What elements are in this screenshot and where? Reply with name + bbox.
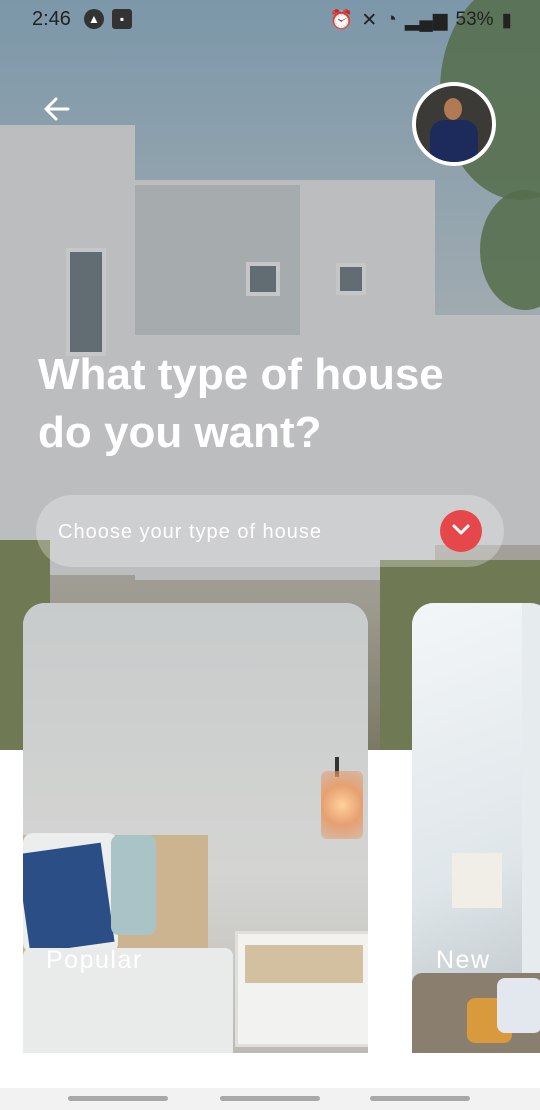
voicemail-icon: ▪ — [112, 9, 132, 29]
category-label: New — [436, 946, 491, 974]
profile-avatar[interactable] — [412, 82, 496, 166]
wifi-icon: ◔ — [385, 9, 397, 30]
back-button[interactable] — [40, 92, 76, 128]
status-bar: 2:46 ▲ ▪ ⏰ ✕ ◔ ▂▄▆ 53% ▮ — [0, 0, 540, 38]
expo-icon: ▲ — [84, 9, 104, 29]
nav-back-button[interactable] — [370, 1096, 470, 1101]
battery-icon: ▮ — [501, 9, 512, 31]
status-time: 2:46 — [32, 8, 71, 30]
house-type-dropdown[interactable]: Choose your type of house — [36, 495, 504, 567]
category-card-popular[interactable]: Popular — [23, 603, 368, 1053]
nav-home-button[interactable] — [220, 1096, 320, 1101]
arrow-left-icon — [44, 97, 70, 121]
dropdown-placeholder: Choose your type of house — [58, 521, 323, 543]
battery-level: 53% — [455, 9, 494, 30]
lamp-image — [321, 771, 363, 839]
nav-recent-button[interactable] — [68, 1096, 168, 1101]
mute-icon: ✕ — [361, 9, 378, 31]
system-nav-bar — [0, 1088, 540, 1110]
category-card-new[interactable]: New — [412, 603, 540, 1053]
page-title: What type of house do you want? — [38, 350, 444, 457]
signal-icon: ▂▄▆ — [404, 9, 448, 31]
alarm-icon: ⏰ — [329, 10, 354, 31]
chevron-down-icon[interactable] — [440, 510, 482, 552]
category-label: Popular — [46, 946, 143, 974]
